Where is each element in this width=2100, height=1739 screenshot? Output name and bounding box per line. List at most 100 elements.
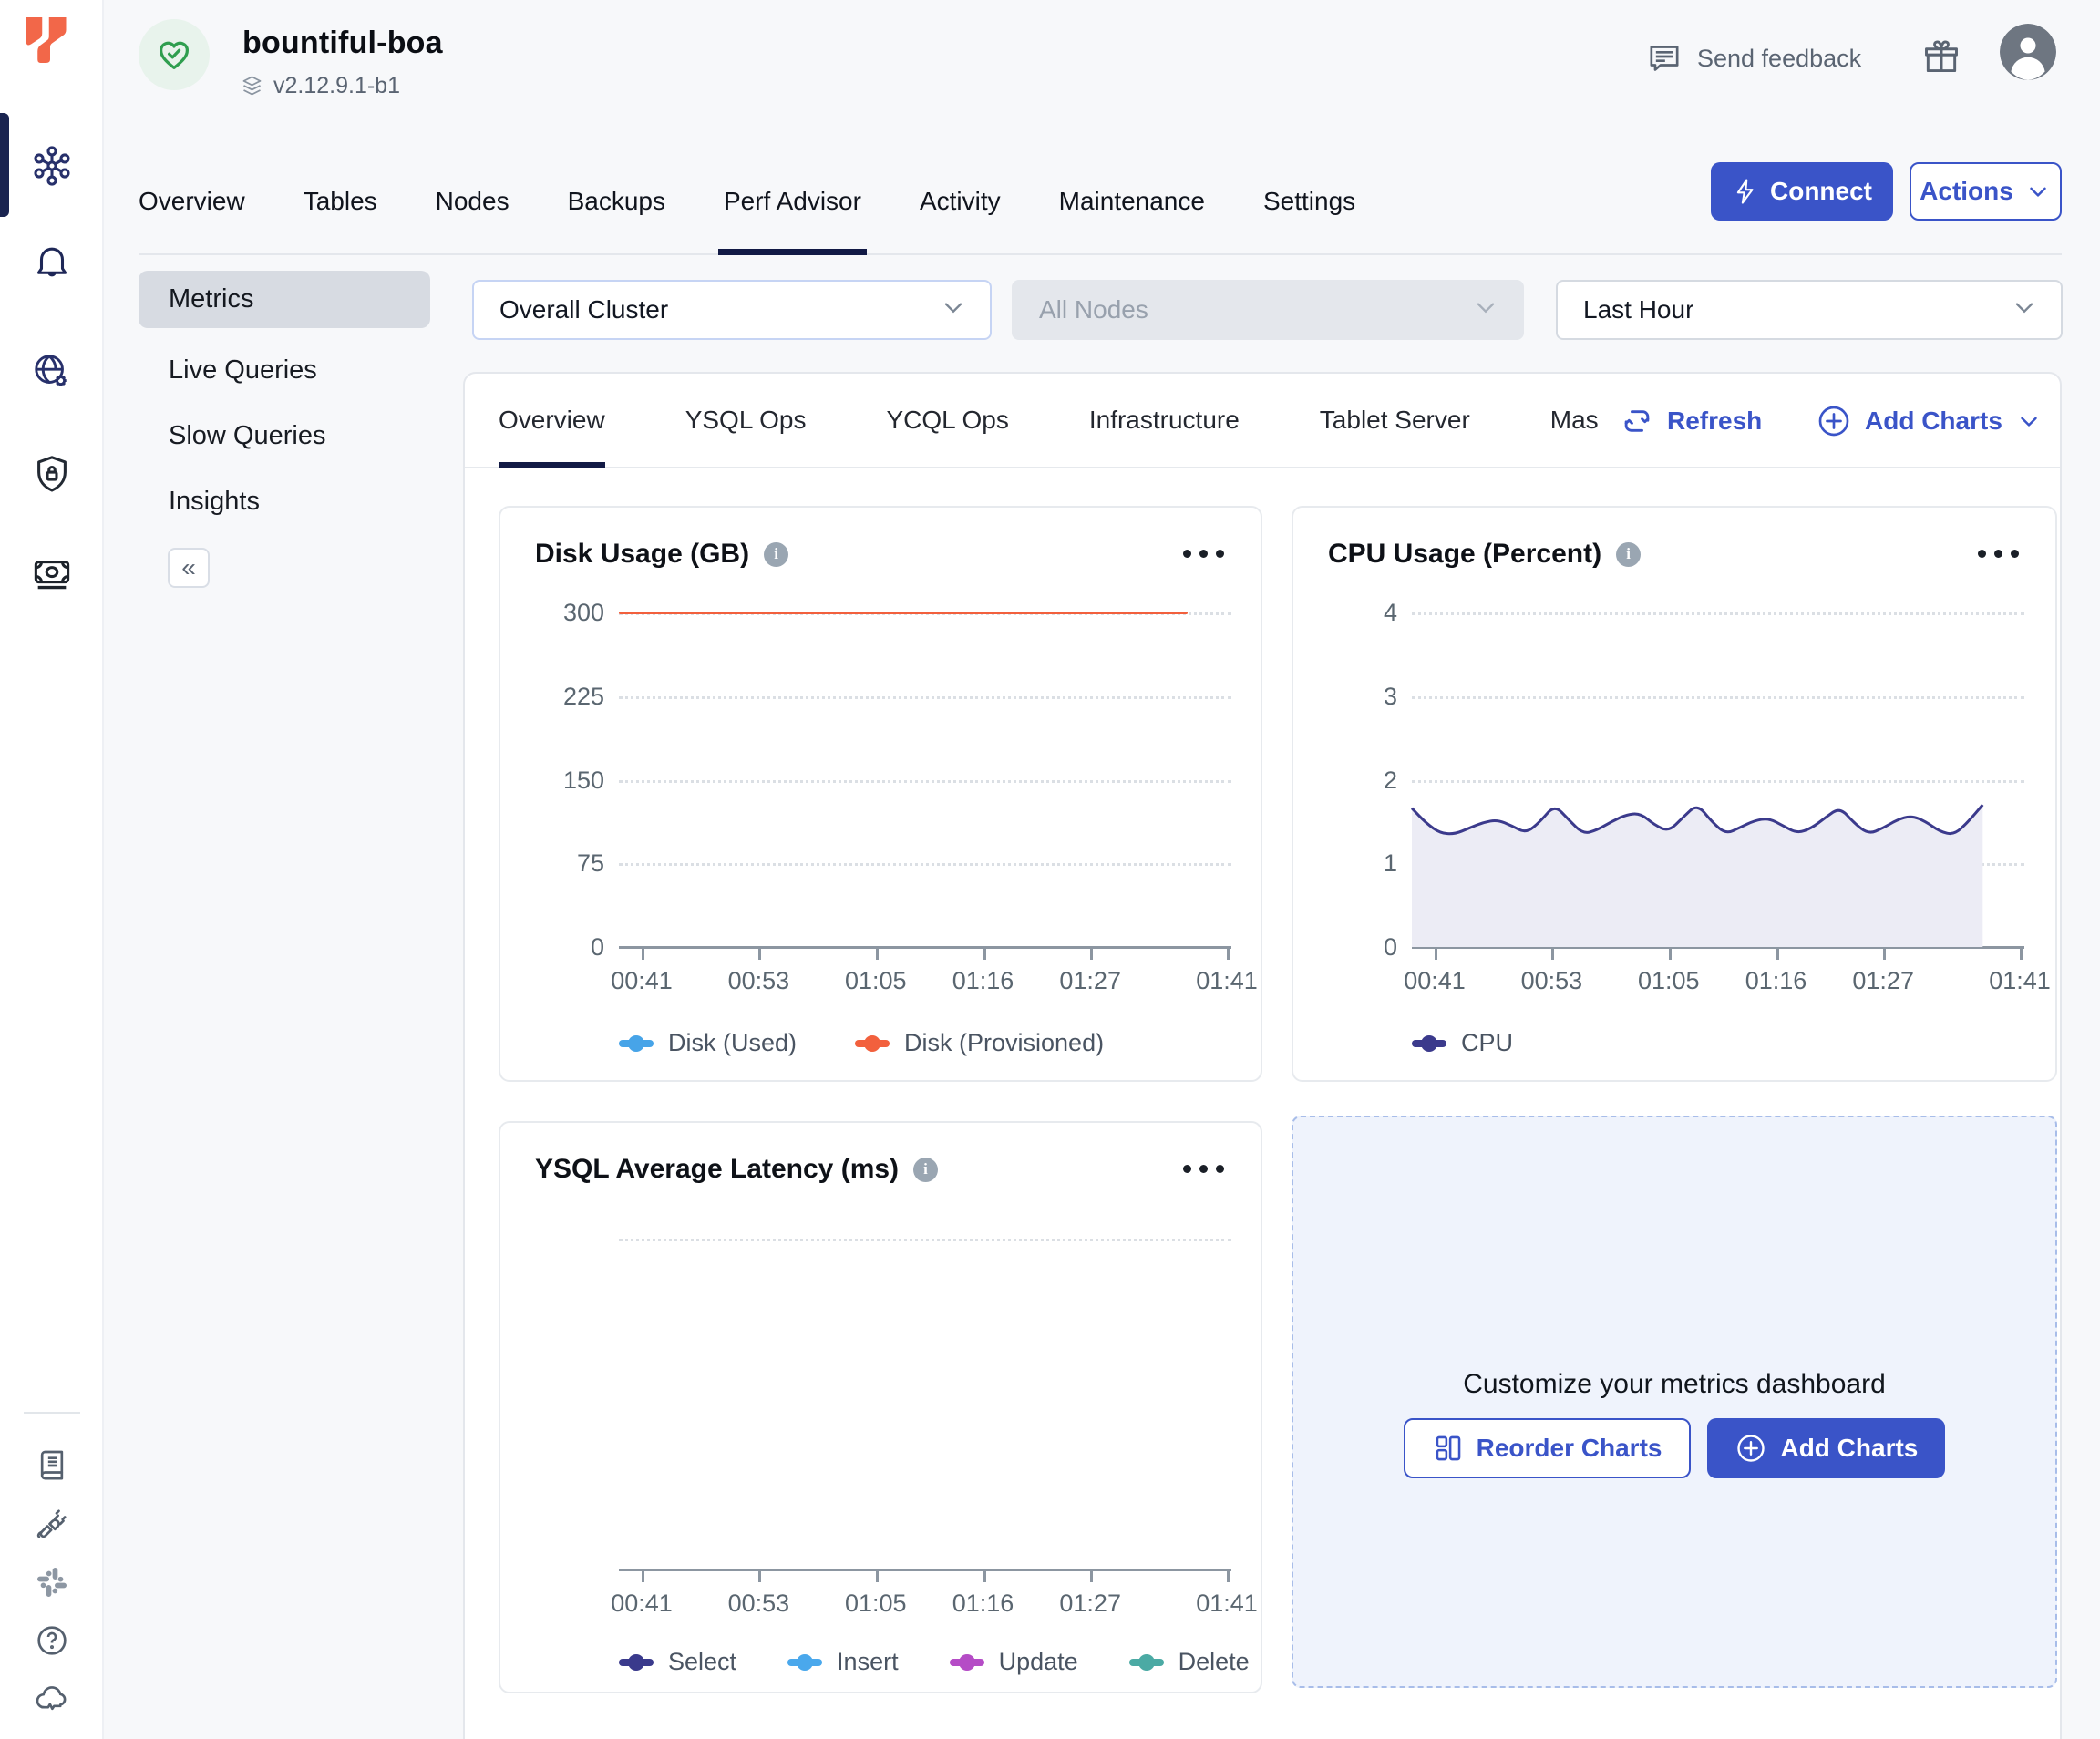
metrics-tab-overview[interactable]: Overview xyxy=(499,374,605,467)
chart-menu-button[interactable] xyxy=(1978,550,2019,558)
info-icon[interactable]: i xyxy=(764,542,788,567)
heart-check-icon xyxy=(153,34,195,76)
legend-label: Disk (Used) xyxy=(668,1029,797,1057)
collapse-sidebar-button[interactable]: « xyxy=(168,548,210,588)
metrics-tab-mas[interactable]: Mas xyxy=(1550,374,1599,467)
tab-settings[interactable]: Settings xyxy=(1263,155,1355,253)
cloud-status-icon[interactable] xyxy=(34,1681,70,1717)
legend-label: Insert xyxy=(837,1648,899,1676)
connect-label: Connect xyxy=(1770,177,1872,206)
legend-marker xyxy=(950,1659,984,1666)
x-axis-tick xyxy=(1883,947,1886,960)
x-tick-label: 01:05 xyxy=(817,967,935,995)
sidebar-item-insights[interactable]: Insights xyxy=(169,487,260,517)
refresh-icon xyxy=(1620,404,1654,438)
legend-label: CPU xyxy=(1461,1029,1513,1057)
add-charts-primary-button[interactable]: Add Charts xyxy=(1707,1418,1945,1478)
ysql-latency-plot xyxy=(619,1239,1231,1569)
info-icon[interactable]: i xyxy=(913,1158,938,1182)
billing-cash-icon[interactable] xyxy=(31,553,73,595)
legend-marker xyxy=(619,1040,654,1047)
metrics-tab-ycql-ops[interactable]: YCQL Ops xyxy=(887,374,1009,467)
integrations-plug-icon[interactable] xyxy=(34,1506,70,1542)
reorder-charts-button[interactable]: Reorder Charts xyxy=(1404,1418,1692,1478)
tab-tables[interactable]: Tables xyxy=(304,155,377,253)
time-range-dropdown[interactable]: Last Hour xyxy=(1556,280,2063,340)
tab-maintenance[interactable]: Maintenance xyxy=(1059,155,1205,253)
send-feedback-button[interactable]: Send feedback xyxy=(1646,40,1861,77)
gift-icon[interactable] xyxy=(1921,36,1961,81)
tab-backups[interactable]: Backups xyxy=(568,155,665,253)
scope-dropdown[interactable]: Overall Cluster xyxy=(472,280,992,340)
legend-item-select: Select xyxy=(619,1648,736,1676)
network-settings-globe-icon[interactable] xyxy=(31,351,73,393)
legend-item-delete: Delete xyxy=(1129,1648,1250,1676)
tab-overview[interactable]: Overview xyxy=(139,155,245,253)
security-shield-lock-icon[interactable] xyxy=(31,453,73,495)
tab-activity[interactable]: Activity xyxy=(920,155,1001,253)
sidebar-item-live-queries[interactable]: Live Queries xyxy=(169,355,317,386)
legend-item-cpu: CPU xyxy=(1412,1029,1513,1057)
legend-item-disk-used-: Disk (Used) xyxy=(619,1029,797,1057)
x-axis-tick xyxy=(1090,947,1093,960)
chart-title: CPU Usage (Percent) xyxy=(1328,539,1601,570)
collapse-glyph: « xyxy=(181,553,196,582)
feedback-bubble-icon xyxy=(1646,40,1683,77)
y-tick-label: 150 xyxy=(517,767,604,795)
help-question-icon[interactable] xyxy=(34,1622,70,1659)
gridline xyxy=(619,863,1231,866)
gridline xyxy=(619,1239,1231,1241)
x-axis-tick xyxy=(1090,1569,1093,1582)
active-rail-indicator xyxy=(0,113,9,217)
x-tick-label: 01:16 xyxy=(1717,967,1836,995)
scope-value: Overall Cluster xyxy=(499,295,668,324)
cluster-icon[interactable] xyxy=(31,145,73,187)
x-tick-label: 01:41 xyxy=(1168,967,1286,995)
rail-divider xyxy=(24,1412,80,1414)
sidebar-item-metrics[interactable]: Metrics xyxy=(139,271,430,328)
x-tick-label: 00:41 xyxy=(1375,967,1494,995)
avatar[interactable] xyxy=(2000,24,2056,80)
metrics-tab-ysql-ops[interactable]: YSQL Ops xyxy=(685,374,807,467)
x-axis-tick xyxy=(758,1569,761,1582)
x-axis-tick xyxy=(1669,947,1672,960)
add-charts-button[interactable]: Add Charts xyxy=(1816,397,2043,445)
cpu-usage-plot xyxy=(1412,612,2024,947)
docs-book-icon[interactable] xyxy=(34,1447,70,1484)
yugabyte-logo-icon[interactable] xyxy=(18,13,73,67)
refresh-button[interactable]: Refresh xyxy=(1620,397,1762,445)
legend-label: Update xyxy=(999,1648,1078,1676)
legend-label: Select xyxy=(668,1648,736,1676)
connect-button[interactable]: Connect xyxy=(1711,162,1893,221)
nodes-dropdown: All Nodes xyxy=(1012,280,1524,340)
metrics-tab-tablet-server[interactable]: Tablet Server xyxy=(1320,374,1470,467)
chart-title-row: Disk Usage (GB) i xyxy=(535,539,788,570)
x-axis-tick xyxy=(1776,947,1779,960)
metrics-tab-infrastructure[interactable]: Infrastructure xyxy=(1089,374,1240,467)
x-tick-label: 01:27 xyxy=(1031,967,1149,995)
x-tick-label: 01:16 xyxy=(924,1590,1043,1618)
x-axis xyxy=(619,946,1231,949)
info-icon[interactable]: i xyxy=(1616,542,1641,567)
chart-menu-button[interactable] xyxy=(1183,1165,1224,1173)
x-tick-label: 00:53 xyxy=(1492,967,1611,995)
alerts-bell-icon[interactable] xyxy=(31,241,73,283)
chart-menu-button[interactable] xyxy=(1183,550,1224,558)
sidebar-item-slow-queries[interactable]: Slow Queries xyxy=(169,421,325,451)
legend-item-update: Update xyxy=(950,1648,1078,1676)
x-tick-label: 00:53 xyxy=(699,1590,818,1618)
reorder-charts-label: Reorder Charts xyxy=(1477,1434,1662,1463)
actions-button[interactable]: Actions xyxy=(1910,162,2062,221)
cpu-usage-chart-card: CPU Usage (Percent) i CPU 4321000:4100:5… xyxy=(1292,506,2057,1082)
y-tick-label: 2 xyxy=(1310,767,1397,795)
y-tick-label: 0 xyxy=(1310,933,1397,962)
x-axis-tick xyxy=(758,947,761,960)
legend-marker xyxy=(1129,1659,1164,1666)
customize-dashboard-panel: Customize your metrics dashboard Reorder… xyxy=(1292,1116,2057,1688)
tab-nodes[interactable]: Nodes xyxy=(436,155,510,253)
slack-icon[interactable] xyxy=(34,1564,70,1600)
x-tick-label: 00:41 xyxy=(582,1590,701,1618)
x-axis-tick xyxy=(876,947,879,960)
tab-perf-advisor[interactable]: Perf Advisor xyxy=(724,155,861,253)
chart-title: Disk Usage (GB) xyxy=(535,539,749,570)
